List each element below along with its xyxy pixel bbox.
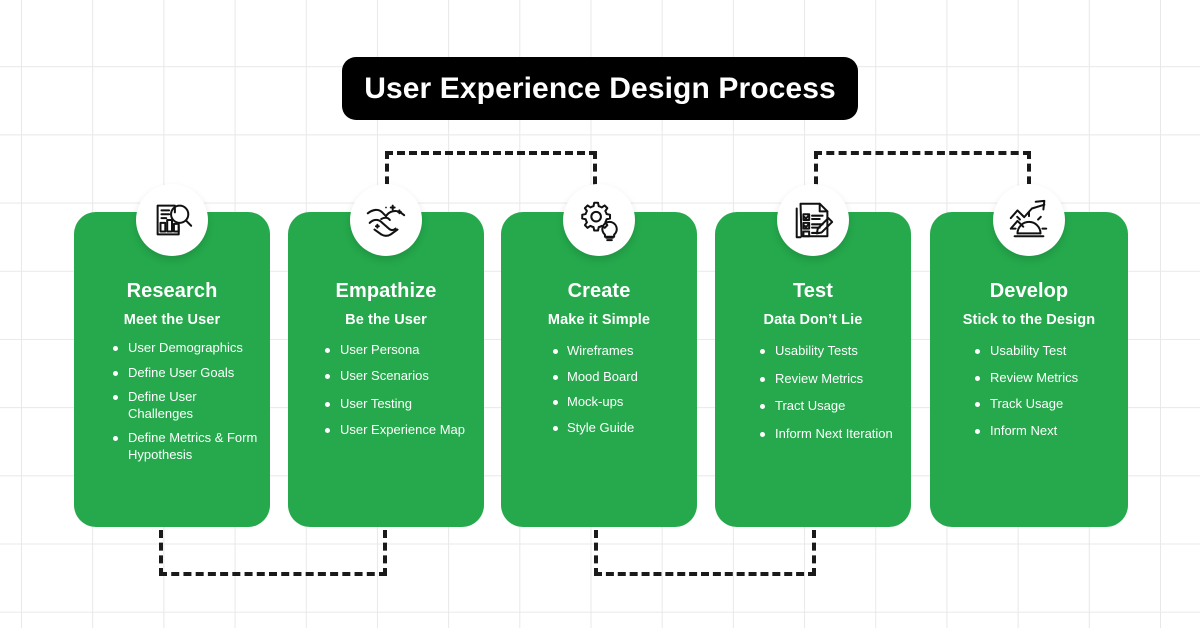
ux-design-process-infographic: User Experience Design Process Research … <box>0 0 1200 628</box>
card-subtitle: Meet the User <box>123 312 221 328</box>
connector-research-to-empathize <box>159 530 387 576</box>
list-item: Review Metrics <box>930 370 1128 387</box>
connector-empathize-to-create <box>385 151 597 197</box>
list-item: Style Guide <box>501 420 697 437</box>
connector-test-to-develop <box>814 151 1031 197</box>
card-title: Test <box>792 280 834 302</box>
chart-document-magnifier-icon <box>136 184 208 256</box>
list-item: User Persona <box>288 342 484 359</box>
list-item: User Testing <box>288 396 484 413</box>
card-subtitle: Be the User <box>345 312 427 328</box>
list-item: Mood Board <box>501 369 697 386</box>
list-item: Wireframes <box>501 343 697 360</box>
card-subtitle: Make it Simple <box>547 312 651 328</box>
page-title-pill: User Experience Design Process <box>342 57 858 120</box>
step-card-empathize[interactable]: Empathize Be the User User Persona User … <box>288 184 484 527</box>
page-title: User Experience Design Process <box>364 71 836 105</box>
card-item-list: Wireframes Mood Board Mock-ups Style Gui… <box>501 343 697 445</box>
card-item-list: User Persona User Scenarios User Testing… <box>288 342 484 447</box>
card-item-list: Usability Tests Review Metrics Tract Usa… <box>715 343 911 453</box>
list-item: User Scenarios <box>288 368 484 385</box>
step-card-create[interactable]: Create Make it Simple Wireframes Mood Bo… <box>501 184 697 527</box>
checklist-pen-icon <box>777 184 849 256</box>
list-item: Define User Challenges <box>74 389 270 422</box>
list-item: User Experience Map <box>288 422 484 439</box>
gear-lightbulb-icon <box>563 184 635 256</box>
list-item: Mock-ups <box>501 394 697 411</box>
step-card-research[interactable]: Research Meet the User User Demographics… <box>74 184 270 527</box>
list-item: Usability Tests <box>715 343 911 360</box>
step-card-develop[interactable]: Develop Stick to the Design Usability Te… <box>930 184 1128 527</box>
list-item: Define User Goals <box>74 365 270 382</box>
step-card-test[interactable]: Test Data Don’t Lie Usability Tests Revi… <box>715 184 911 527</box>
list-item: Tract Usage <box>715 398 911 415</box>
caring-hands-sparkle-icon <box>350 184 422 256</box>
list-item: Track Usage <box>930 396 1128 413</box>
card-item-list: User Demographics Define User Goals Defi… <box>74 340 270 471</box>
card-title: Create <box>567 280 631 302</box>
card-item-list: Usability Test Review Metrics Track Usag… <box>930 343 1128 449</box>
list-item: Inform Next <box>930 423 1128 440</box>
card-subtitle: Stick to the Design <box>962 312 1096 328</box>
list-item: Review Metrics <box>715 371 911 388</box>
list-item: Usability Test <box>930 343 1128 360</box>
growth-arrow-gear-icon <box>993 184 1065 256</box>
card-title: Empathize <box>335 280 437 302</box>
card-title: Develop <box>989 280 1069 302</box>
card-subtitle: Data Don’t Lie <box>763 312 863 328</box>
card-title: Research <box>126 280 218 302</box>
list-item: Define Metrics & Form Hypothesis <box>74 430 270 463</box>
list-item: User Demographics <box>74 340 270 357</box>
list-item: Inform Next Iteration <box>715 426 911 443</box>
connector-create-to-test <box>594 530 816 576</box>
